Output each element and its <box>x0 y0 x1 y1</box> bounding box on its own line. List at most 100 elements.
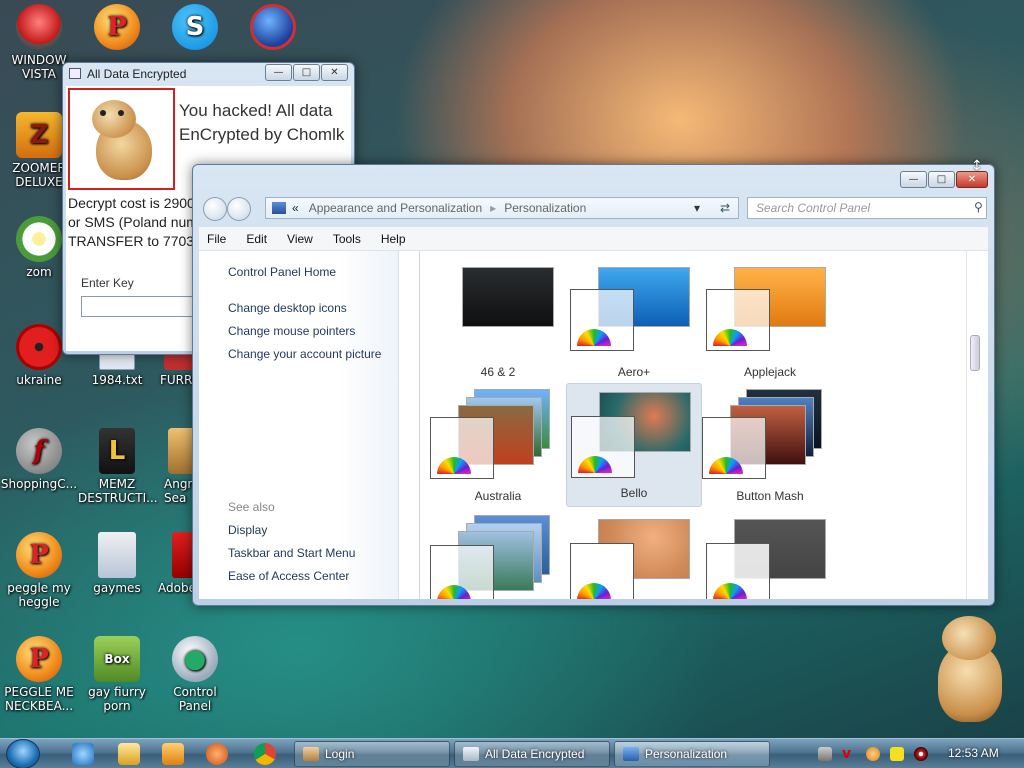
media-player-icon[interactable] <box>162 743 184 765</box>
forward-button[interactable] <box>227 197 251 221</box>
desktop-icon-label: FURRY <box>160 373 194 387</box>
maximize-button[interactable]: □ <box>293 64 320 81</box>
color-wheel-icon <box>578 456 612 473</box>
desktop-icon-label: PEGGLE ME NECKBEA... <box>4 685 74 713</box>
menu-bar: File Edit View Tools Help <box>199 227 988 251</box>
link-taskbar-start-menu[interactable]: Taskbar and Start Menu <box>228 546 355 560</box>
window-icon <box>463 747 479 761</box>
ransom-message: Decrypt cost is 2900 or SMS (Poland num … <box>68 195 202 249</box>
refresh-icon[interactable]: ⇄ <box>720 201 730 215</box>
network-icon[interactable] <box>818 747 832 761</box>
clock[interactable]: 12:53 AM <box>948 746 999 760</box>
desktop-icon-shopping[interactable]: f ShoppingC... <box>0 428 78 491</box>
box-icon: Box <box>94 636 140 682</box>
ransom-headline: You hacked! All data EnCrypted by Chomlk <box>179 101 345 144</box>
desktop-icon-skype[interactable]: S <box>156 4 234 53</box>
menu-help[interactable]: Help <box>381 232 406 246</box>
task-personalization[interactable]: Personalization <box>614 741 770 767</box>
personalization-window[interactable]: — □ ✕ « Appearance and Personalization ▸… <box>192 164 995 606</box>
theme-bello[interactable]: Bello <box>566 383 702 507</box>
notes-icon[interactable] <box>890 747 904 761</box>
zoomer-icon: Z <box>16 112 62 158</box>
task-label: Personalization <box>645 747 728 761</box>
theme-name: Bello <box>620 486 648 500</box>
window-icon <box>69 68 81 79</box>
search-tray-icon[interactable] <box>866 747 880 761</box>
task-label: Login <box>325 747 355 761</box>
theme-button-mash[interactable]: Button Mash <box>702 385 838 509</box>
theme-item[interactable] <box>430 513 566 599</box>
maximize-button[interactable]: □ <box>928 171 955 188</box>
menu-tools[interactable]: Tools <box>333 232 361 246</box>
see-also-heading: See also <box>228 500 275 514</box>
desktop-icon-gay-fiurry-porn[interactable]: Box gay fiurry porn <box>78 636 156 713</box>
desktop-icon-gaymes[interactable]: gaymes <box>78 532 156 595</box>
link-control-panel-home[interactable]: Control Panel Home <box>228 265 336 279</box>
media-tray-icon[interactable] <box>914 747 928 761</box>
minimize-button[interactable]: — <box>900 171 927 188</box>
task-login[interactable]: Login <box>294 741 450 767</box>
app-icon[interactable] <box>206 743 228 765</box>
minimize-button[interactable]: — <box>265 64 292 81</box>
theme-applejack[interactable]: Applejack <box>702 261 838 385</box>
link-display[interactable]: Display <box>228 523 267 537</box>
radiation-icon <box>16 324 62 370</box>
start-button[interactable] <box>6 739 40 768</box>
ransom-titlebar[interactable]: All Data Encrypted — □ ✕ <box>63 63 354 85</box>
link-ease-of-access[interactable]: Ease of Access Center <box>228 569 349 583</box>
link-change-desktop-icons[interactable]: Change desktop icons <box>228 301 347 315</box>
link-change-mouse-pointers[interactable]: Change mouse pointers <box>228 324 355 338</box>
theme-australia[interactable]: Australia <box>430 385 566 509</box>
hamster-mascot <box>932 614 1012 722</box>
hamster-image <box>68 88 175 190</box>
desktop-icon-control-panel[interactable]: ● Control Panel <box>156 636 234 713</box>
search-icon[interactable]: ⚲ <box>974 200 983 214</box>
desktop-icon-label: Control Panel <box>173 685 217 713</box>
desktop-icon-label: gay fiurry porn <box>88 685 146 713</box>
theme-46-2[interactable]: 46 & 2 <box>430 261 566 385</box>
theme-item[interactable] <box>566 513 702 599</box>
taskbar: Login All Data Encrypted Personalization… <box>0 738 1024 768</box>
angry-icon <box>168 428 194 474</box>
memz-icon: L <box>99 428 135 474</box>
desktop-icon-globe[interactable] <box>234 4 312 53</box>
control-panel-icon: ● <box>172 636 218 682</box>
chrome-icon[interactable] <box>254 743 276 765</box>
desktop-icon-peggle[interactable]: P <box>78 4 156 53</box>
theme-item[interactable] <box>702 513 838 599</box>
menu-edit[interactable]: Edit <box>246 232 267 246</box>
resize-cursor-icon: ↕ <box>971 158 983 174</box>
menu-file[interactable]: File <box>207 232 226 246</box>
flash-icon: f <box>16 428 62 474</box>
adobe-icon <box>172 532 194 578</box>
internet-explorer-icon[interactable] <box>72 743 94 765</box>
chevron-down-icon[interactable]: ▾ <box>694 201 700 215</box>
peggle-icon: P <box>16 636 62 682</box>
breadcrumb-item[interactable]: Personalization <box>504 201 586 215</box>
antivirus-icon[interactable]: v <box>842 747 856 761</box>
link-change-account-picture[interactable]: Change your account picture <box>228 347 381 361</box>
theme-name: Applejack <box>743 365 797 379</box>
breadcrumb-root[interactable]: « <box>292 201 299 215</box>
color-wheel-icon <box>577 329 611 346</box>
color-wheel-icon <box>709 457 743 474</box>
search-input[interactable]: Search Control Panel <box>747 197 987 219</box>
desktop-icon-peggle-my-heggle[interactable]: P peggle my heggle <box>0 532 78 609</box>
desktop-icon-angry[interactable]: Angr Sea <box>150 428 194 505</box>
menu-view[interactable]: View <box>287 232 313 246</box>
scrollbar-thumb[interactable] <box>970 335 980 371</box>
address-bar[interactable]: « Appearance and Personalization ▸ Perso… <box>265 197 739 219</box>
desktop-icon-memz[interactable]: L MEMZ DESTRUCTI... <box>78 428 158 505</box>
theme-aero-plus[interactable]: Aero+ <box>566 261 702 385</box>
task-all-data-encrypted[interactable]: All Data Encrypted <box>454 741 610 767</box>
color-wheel-icon <box>437 457 471 474</box>
desktop-icon-label: gaymes <box>93 581 141 595</box>
system-tray: v 12:53 AM <box>812 741 1024 767</box>
vertical-scrollbar[interactable] <box>966 251 982 599</box>
close-button[interactable]: ✕ <box>321 64 348 81</box>
back-button[interactable] <box>203 197 227 221</box>
folder-icon[interactable] <box>118 743 140 765</box>
breadcrumb-item[interactable]: Appearance and Personalization <box>309 201 482 215</box>
desktop-icon-adobe[interactable]: Adobe <box>150 532 194 595</box>
desktop-icon-peggle-me-neckbeard[interactable]: P PEGGLE ME NECKBEA... <box>0 636 78 713</box>
